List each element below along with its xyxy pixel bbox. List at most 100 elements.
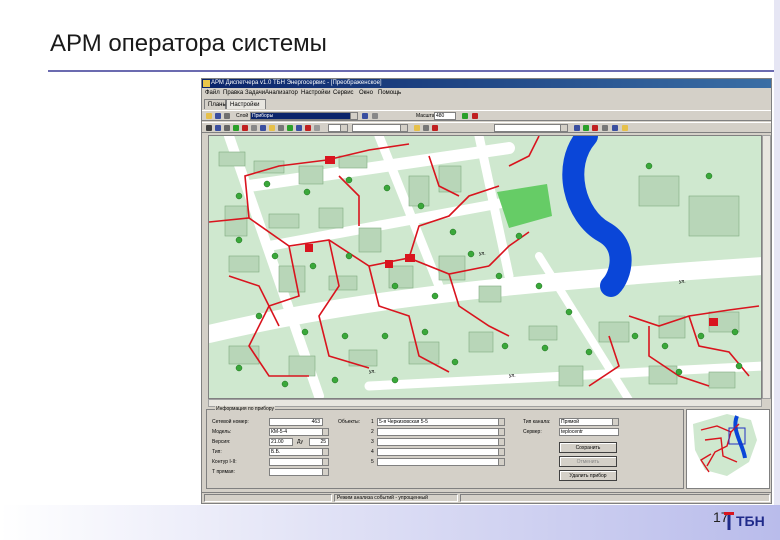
object-select-5[interactable] (377, 458, 505, 466)
pipe-icon[interactable] (242, 125, 248, 131)
tab-plans[interactable]: Планы (204, 99, 227, 109)
object-select-1[interactable]: 5-я Черкизовская 5-5 (377, 418, 505, 426)
version-field[interactable]: 21.00 (269, 438, 293, 446)
layers-icon[interactable] (287, 125, 293, 131)
model-label: Модель: (212, 429, 232, 435)
menu-analyzer[interactable]: Анализатор (265, 89, 298, 98)
layer-select[interactable]: Приборы (250, 112, 358, 120)
map-canvas[interactable] (209, 136, 762, 399)
chevron-down-icon[interactable] (498, 459, 504, 465)
chevron-down-icon[interactable] (560, 125, 567, 131)
zoom-value: 480 (436, 113, 445, 119)
network-number-label: Сетевой номер: (212, 419, 249, 425)
delete-icon[interactable] (432, 125, 438, 131)
object-select[interactable] (352, 124, 408, 132)
chevron-down-icon[interactable] (340, 125, 347, 131)
objects-label: Объекты: (338, 419, 361, 425)
status-pane-right (460, 494, 770, 502)
filter-icon[interactable] (372, 113, 378, 119)
menu-service[interactable]: Сервис (333, 89, 354, 98)
trash-icon[interactable] (602, 125, 608, 131)
chevron-down-icon[interactable] (350, 113, 357, 119)
connection-label: Тип канала: (523, 419, 551, 425)
app-icon (203, 80, 210, 87)
node-icon[interactable] (251, 125, 257, 131)
open-icon[interactable] (206, 113, 212, 119)
version-label: Версия: (212, 439, 231, 445)
go-icon[interactable] (583, 125, 589, 131)
contour-select[interactable] (269, 458, 329, 466)
map-vertical-scrollbar[interactable] (762, 135, 771, 399)
menu-window[interactable]: Окно (359, 89, 373, 98)
info-icon[interactable] (260, 125, 266, 131)
object-select-3[interactable] (377, 438, 505, 446)
menu-edit[interactable]: Правка (223, 89, 243, 98)
type-select[interactable]: Б.Б. (269, 448, 329, 456)
object-select-2[interactable] (377, 428, 505, 436)
refresh-icon[interactable] (314, 125, 320, 131)
chevron-down-icon[interactable] (612, 419, 618, 425)
connection-select[interactable]: Прямой (559, 418, 619, 426)
chevron-down-icon[interactable] (498, 439, 504, 445)
menu-help[interactable]: Помощь (378, 89, 401, 98)
connection-value: Прямой (561, 419, 580, 425)
cancel-button[interactable]: Отменить (559, 456, 617, 467)
map-horizontal-scrollbar[interactable] (208, 399, 762, 407)
note-icon[interactable] (269, 125, 275, 131)
layer-props-icon[interactable] (362, 113, 368, 119)
version-value: 21.00 (271, 439, 284, 445)
find-icon[interactable] (414, 125, 420, 131)
alarm-icon[interactable] (305, 125, 311, 131)
chevron-down-icon[interactable] (498, 419, 504, 425)
object-value-1: 5-я Черкизовская 5-5 (379, 419, 428, 425)
street-label: ул. (679, 279, 686, 285)
chevron-down-icon[interactable] (498, 449, 504, 455)
zoom-in-icon[interactable] (462, 113, 468, 119)
menu-tasks[interactable]: Задачи (245, 89, 265, 98)
grid-icon[interactable] (296, 125, 302, 131)
mode-select[interactable] (328, 124, 348, 132)
save-icon[interactable] (215, 113, 221, 119)
layer-select-value: Приборы (252, 113, 274, 119)
overview-minimap[interactable] (686, 409, 770, 489)
undo-icon[interactable] (622, 125, 628, 131)
contour-label: Контур I-II: (212, 459, 237, 465)
chevron-down-icon[interactable] (322, 449, 328, 455)
window-title: АРМ Диспетчера v1.0 ТБН Энергосервис - [… (211, 80, 382, 86)
chevron-down-icon[interactable] (322, 469, 328, 475)
ruler-icon[interactable] (278, 125, 284, 131)
server-field[interactable]: teplocentr (559, 428, 619, 436)
zoom-out-icon[interactable] (472, 113, 478, 119)
menu-settings[interactable]: Настройки (301, 89, 330, 98)
select-icon[interactable] (215, 125, 221, 131)
window-titlebar[interactable]: АРМ Диспетчера v1.0 ТБН Энергосервис - [… (202, 79, 771, 88)
chevron-down-icon[interactable] (400, 125, 407, 131)
t-direct-select[interactable] (269, 468, 329, 476)
street-label: ул. (479, 251, 486, 257)
device-icon[interactable] (233, 125, 239, 131)
zoom-input[interactable]: 480 (434, 112, 456, 120)
minimap-canvas[interactable] (687, 410, 770, 489)
model-select[interactable]: КМ-5-4 (269, 428, 329, 436)
chevron-down-icon[interactable] (498, 429, 504, 435)
chevron-down-icon[interactable] (322, 459, 328, 465)
model-value: КМ-5-4 (271, 429, 287, 435)
network-number-field[interactable]: 463 (269, 418, 323, 426)
delete-device-button[interactable]: Удалить прибор (559, 470, 617, 481)
object-select-4[interactable] (377, 448, 505, 456)
stop-icon[interactable] (592, 125, 598, 131)
search-select[interactable] (494, 124, 568, 132)
menu-file[interactable]: Файл (205, 89, 220, 98)
link-icon[interactable] (612, 125, 618, 131)
map-view[interactable]: ул. ул. ул. ул. (208, 135, 762, 399)
diameter-field[interactable]: 25 (309, 438, 329, 446)
chevron-down-icon[interactable] (322, 429, 328, 435)
save-button[interactable]: Сохранить (559, 442, 617, 453)
nav-icon[interactable] (574, 125, 580, 131)
pointer-icon[interactable] (206, 125, 212, 131)
print-icon[interactable] (224, 113, 230, 119)
tab-settings[interactable]: Настройки (226, 99, 266, 109)
t-direct-label: Т прямая: (212, 469, 235, 475)
copy-icon[interactable] (423, 125, 429, 131)
pan-icon[interactable] (224, 125, 230, 131)
